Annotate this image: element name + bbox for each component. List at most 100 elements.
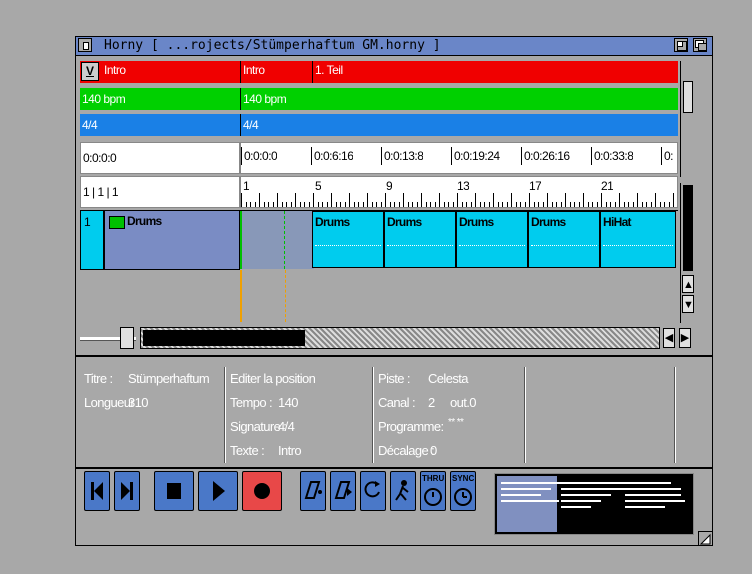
ruler-tick — [610, 202, 611, 207]
record-button[interactable] — [242, 471, 282, 511]
ruler-tick — [673, 193, 674, 207]
titre-value[interactable]: Stümperhaftum — [128, 371, 210, 386]
ruler-tick — [435, 202, 436, 207]
programme-label: Programme: — [378, 419, 444, 434]
ruler-tick — [336, 202, 337, 207]
scroll-thumb[interactable] — [143, 330, 305, 346]
tempo-label: Tempo : — [230, 395, 273, 410]
ruler-tick — [646, 202, 647, 207]
time-ruler[interactable]: 0:0:0:0 0:0:6:16 0:0:13:8 0:0:19:24 0:0:… — [240, 142, 678, 174]
ruler-tick — [502, 202, 503, 207]
tempo-value[interactable]: 140 — [278, 395, 298, 410]
ruler-tick — [453, 202, 454, 207]
clip[interactable]: Drums — [384, 211, 456, 268]
metronome-button[interactable] — [390, 471, 416, 511]
track-lane[interactable]: Drums Drums Drums Drums HiHat — [240, 210, 678, 271]
depth-gadget-icon[interactable] — [693, 38, 707, 52]
zoom-gadget-icon[interactable] — [674, 38, 688, 52]
thru-button[interactable]: THRU — [420, 471, 446, 511]
play-button[interactable] — [198, 471, 238, 511]
scroll-down-icon[interactable]: ▼ — [682, 295, 694, 313]
ruler-tick — [475, 193, 476, 207]
song-overview[interactable] — [494, 473, 694, 535]
edit-position-heading[interactable]: Editer la position — [230, 371, 316, 386]
ruler-tick — [444, 202, 445, 207]
ruler-tick — [304, 202, 305, 207]
title-bar[interactable]: Horny [ ...rojects/Stümperhaftum GM.horn… — [76, 37, 712, 56]
ruler-tick — [430, 202, 431, 207]
tempo-track[interactable]: 140 bpm — [240, 88, 678, 110]
track-menu-dropdown[interactable]: V — [81, 62, 99, 81]
horizontal-scrollbar[interactable] — [140, 327, 660, 349]
programme-value[interactable]: ** ** — [448, 417, 464, 428]
bar-ruler[interactable]: 1 5 9 13 17 21 — [240, 176, 678, 208]
time-tick-label: 0:0:6:16 — [311, 147, 353, 165]
rewind-icon — [91, 482, 103, 500]
ruler-tick — [556, 202, 557, 207]
time-tick-label: 0:0:0:0 — [241, 147, 277, 165]
clip[interactable]: Drums — [456, 211, 528, 268]
window-title: Horny [ ...rojects/Stümperhaftum GM.horn… — [104, 38, 441, 53]
stop-button[interactable] — [154, 471, 194, 511]
clip[interactable]: HiHat — [600, 211, 676, 268]
track-header[interactable]: Drums — [104, 210, 240, 270]
time-position-field[interactable]: 0:0:0:0 — [80, 142, 240, 174]
track-active-led[interactable] — [109, 216, 125, 229]
ruler-tick — [511, 193, 512, 207]
close-gadget-icon[interactable] — [78, 38, 92, 52]
sync-button[interactable]: SYNC — [450, 471, 476, 511]
titre-label: Titre : — [84, 371, 113, 386]
track-number[interactable]: 1 — [80, 210, 104, 270]
scroll-thumb[interactable] — [683, 185, 693, 271]
clip[interactable]: Drums — [528, 211, 600, 268]
punch-in-button[interactable] — [300, 471, 326, 511]
punch-out-button[interactable] — [330, 471, 356, 511]
texte-value[interactable]: Intro — [278, 443, 302, 458]
bar-position-field[interactable]: 1 | 1 | 1 — [80, 176, 240, 208]
loop-button[interactable] — [360, 471, 386, 511]
ruler-tick — [552, 202, 553, 207]
clip[interactable]: Drums — [312, 211, 384, 268]
empty-region — [240, 211, 314, 269]
ruler-tick — [322, 202, 323, 207]
ruler-tick — [390, 202, 391, 207]
ruler-tick — [498, 202, 499, 207]
zoom-slider-knob[interactable] — [120, 327, 134, 349]
marker-value: Intro — [104, 63, 126, 77]
rewind-button[interactable] — [84, 471, 110, 511]
ruler-tick — [376, 202, 377, 207]
fast-forward-icon — [121, 482, 133, 500]
canal-value[interactable]: 2 — [428, 395, 435, 410]
ruler-tick — [327, 202, 328, 207]
longueur-value[interactable]: 310 — [128, 395, 148, 410]
resize-icon[interactable] — [698, 531, 712, 545]
fast-forward-button[interactable] — [114, 471, 140, 511]
ruler-tick — [664, 202, 665, 207]
signature-track[interactable]: 4/4 — [240, 114, 678, 136]
longueur-label: Longueur — [84, 395, 135, 410]
punch-out-icon — [334, 481, 352, 499]
ruler-tick — [601, 193, 602, 207]
marker-intro[interactable]: Intro — [240, 61, 312, 83]
marker-teil[interactable]: 1. Teil — [312, 61, 678, 83]
thru-icon — [424, 488, 442, 506]
punch-in-icon — [304, 481, 322, 499]
scroll-thumb[interactable] — [683, 81, 693, 113]
scroll-up-icon[interactable]: ▲ — [682, 275, 694, 293]
tempo-header: 140 bpm — [80, 88, 240, 110]
playhead[interactable] — [240, 270, 242, 322]
bar-tick-label: 5 — [315, 179, 322, 193]
decalage-value[interactable]: 0 — [430, 443, 437, 458]
ruler-tick — [529, 193, 530, 207]
scroll-left-icon[interactable]: ◀ — [663, 328, 675, 348]
track-vertical-scrollbar[interactable]: ▲ ▼ — [680, 183, 695, 323]
ruler-tick — [313, 193, 314, 207]
ruler-vertical-scrollbar[interactable] — [680, 61, 695, 177]
scroll-right-icon[interactable]: ▶ — [679, 328, 691, 348]
bar-tick-label: 1 — [243, 179, 250, 193]
ruler-tick — [309, 202, 310, 207]
signature-value[interactable]: 4/4 — [278, 419, 295, 434]
piste-value[interactable]: Celesta — [428, 371, 468, 386]
out-value[interactable]: out.0 — [450, 395, 477, 410]
overview-visible-region[interactable] — [497, 476, 557, 532]
